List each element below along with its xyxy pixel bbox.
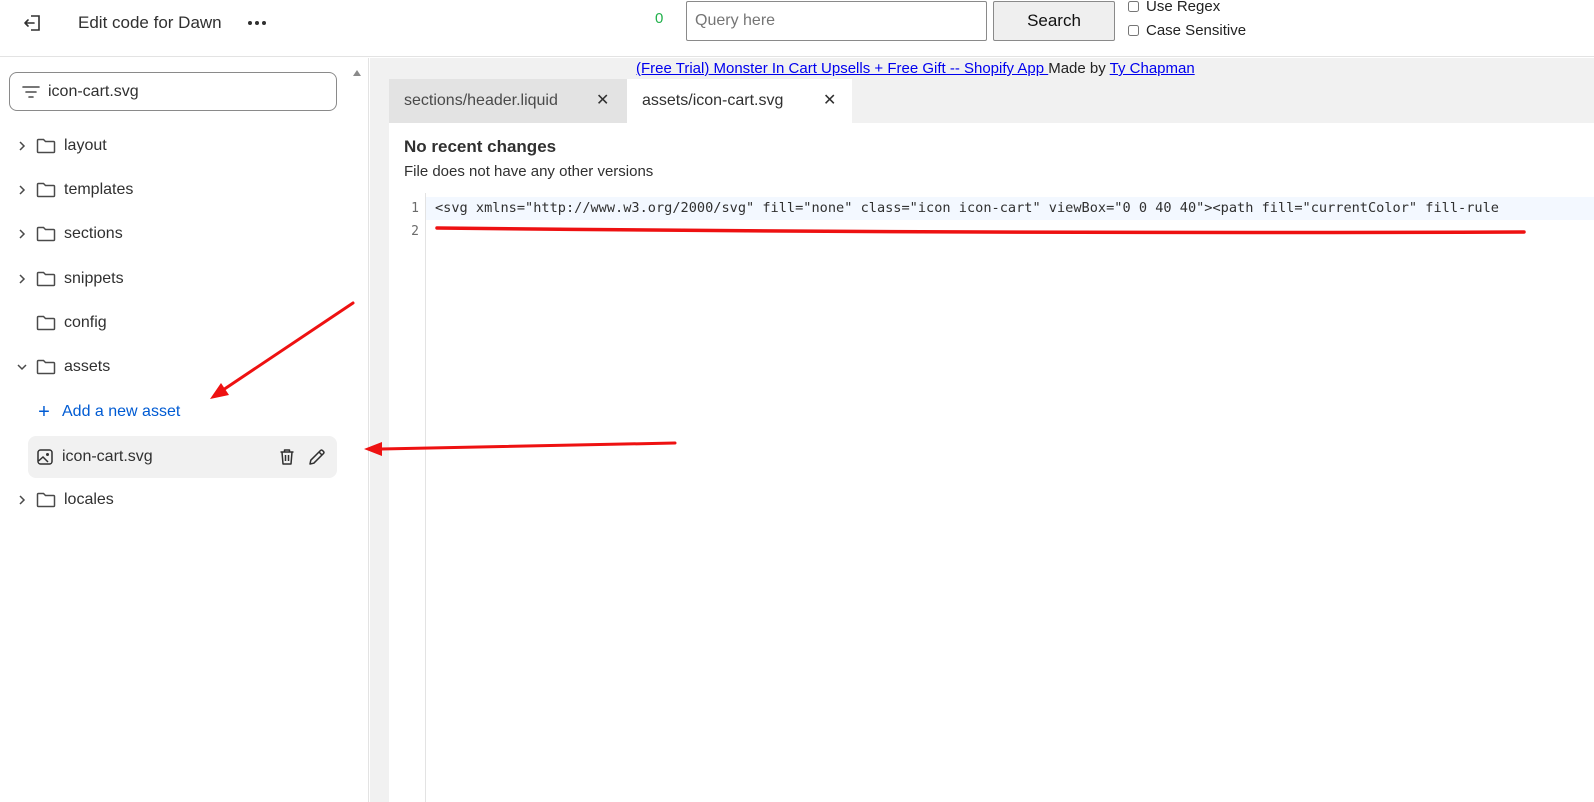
folder-locales[interactable]: locales	[14, 480, 336, 520]
folder-icon	[36, 358, 56, 376]
chevron-right-icon	[14, 226, 30, 242]
delete-icon[interactable]	[277, 447, 297, 467]
top-bar: Edit code for Dawn 0 Search Use Regex Ca…	[0, 0, 1594, 57]
line-number-gutter	[389, 193, 426, 802]
promo-made-by: Made by	[1048, 60, 1110, 77]
more-actions-icon[interactable]	[244, 10, 270, 36]
close-icon[interactable]: ✕	[823, 90, 836, 110]
case-sensitive-checkbox[interactable]	[1128, 25, 1139, 36]
folder-label: templates	[64, 181, 134, 198]
search-button[interactable]: Search	[993, 1, 1115, 41]
image-file-icon	[36, 448, 54, 466]
folder-label: assets	[64, 358, 111, 375]
code-area[interactable]: 1 2 <svg xmlns="http://www.w3.org/2000/s…	[389, 193, 1594, 802]
case-sensitive-label: Case Sensitive	[1146, 22, 1247, 39]
file-item-selected[interactable]: icon-cart.svg	[28, 436, 337, 478]
folder-config[interactable]: config	[14, 303, 336, 343]
page-title: Edit code for Dawn	[78, 13, 222, 32]
filter-icon	[22, 85, 40, 99]
folder-templates[interactable]: templates	[14, 170, 336, 210]
tab-icon-cart-svg[interactable]: assets/icon-cart.svg ✕	[627, 79, 852, 123]
file-sidebar: layout templates sections snippets confi…	[0, 58, 369, 802]
exit-icon[interactable]	[18, 10, 48, 36]
tab-label-prefix: assets/	[642, 92, 693, 109]
folder-label: snippets	[64, 270, 124, 287]
search-input[interactable]	[686, 1, 987, 41]
chevron-right-icon	[14, 492, 30, 508]
add-asset-label: Add a new asset	[62, 403, 181, 420]
plus-icon: +	[38, 400, 50, 423]
promo-link[interactable]: (Free Trial) Monster In Cart Upsells + F…	[636, 60, 1048, 77]
main-editor-area: (Free Trial) Monster In Cart Upsells + F…	[370, 58, 1594, 802]
folder-icon	[36, 181, 56, 199]
folder-assets[interactable]: assets	[14, 347, 336, 387]
version-title: No recent changes	[404, 137, 557, 156]
chevron-down-icon	[14, 359, 30, 375]
folder-sections[interactable]: sections	[14, 214, 336, 254]
case-sensitive-option[interactable]: Case Sensitive	[1128, 22, 1246, 39]
promo-banner: (Free Trial) Monster In Cart Upsells + F…	[636, 60, 1195, 77]
chevron-right-icon	[14, 182, 30, 198]
use-regex-label: Use Regex	[1146, 0, 1221, 15]
folder-label: config	[64, 314, 107, 331]
chevron-placeholder	[14, 315, 30, 331]
line-number: 1	[411, 201, 419, 216]
use-regex-option[interactable]: Use Regex	[1128, 0, 1220, 15]
tab-label: sections/header.liquid	[404, 92, 558, 109]
folder-label: locales	[64, 491, 114, 508]
folder-icon	[36, 270, 56, 288]
match-count: 0	[655, 10, 664, 27]
use-regex-checkbox[interactable]	[1128, 1, 1139, 12]
file-filter[interactable]	[9, 72, 337, 111]
edit-pencil-icon[interactable]	[307, 447, 327, 467]
tab-header-liquid[interactable]: sections/header.liquid ✕	[389, 79, 627, 123]
folder-snippets[interactable]: snippets	[14, 259, 336, 299]
folder-label: layout	[64, 137, 107, 154]
folder-icon	[36, 491, 56, 509]
file-label: icon-cart.svg	[62, 448, 153, 465]
close-icon[interactable]: ✕	[596, 90, 609, 110]
version-subtitle: File does not have any other versions	[404, 163, 654, 180]
file-filter-input[interactable]	[48, 82, 308, 101]
code-line[interactable]: <svg xmlns="http://www.w3.org/2000/svg" …	[435, 200, 1499, 216]
add-asset-link[interactable]: + Add a new asset	[36, 392, 180, 432]
folder-icon	[36, 225, 56, 243]
chevron-right-icon	[14, 271, 30, 287]
line-number: 2	[411, 224, 419, 239]
code-editor: No recent changes File does not have any…	[389, 123, 1594, 802]
scroll-up-arrow-icon[interactable]	[352, 64, 362, 76]
tab-label-filename: icon-cart.svg	[692, 92, 784, 109]
folder-icon	[36, 314, 56, 332]
author-link[interactable]: Ty Chapman	[1110, 60, 1195, 77]
folder-layout[interactable]: layout	[14, 126, 336, 166]
chevron-right-icon	[14, 138, 30, 154]
folder-icon	[36, 137, 56, 155]
folder-label: sections	[64, 225, 123, 242]
editor-tabs: sections/header.liquid ✕ assets/icon-car…	[389, 79, 852, 123]
